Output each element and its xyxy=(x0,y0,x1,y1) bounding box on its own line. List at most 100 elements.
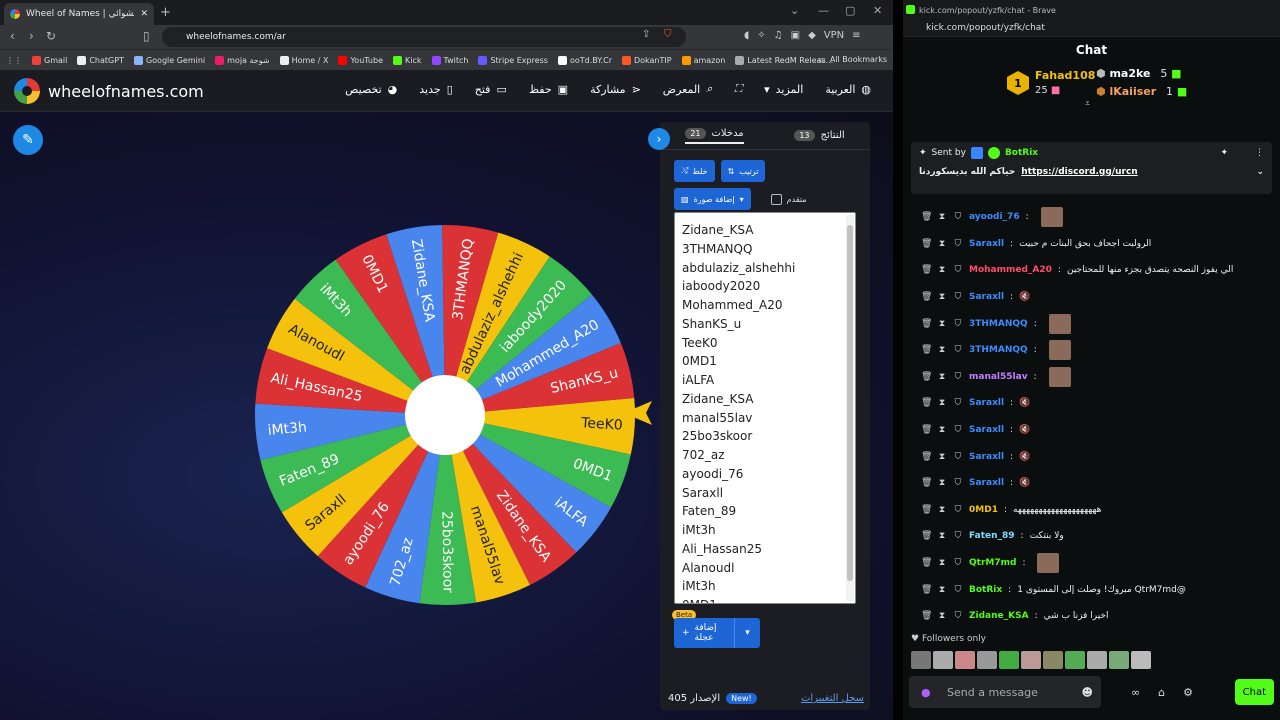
add-image-button[interactable]: ▨ إضافة صورة ▾ xyxy=(674,188,751,210)
bookmark-item[interactable]: DokanTIP xyxy=(621,55,672,65)
sidebar-icon[interactable]: ▣ xyxy=(791,30,800,41)
brave-shield-icon[interactable]: ⛉ xyxy=(664,29,672,40)
chevron-down-icon[interactable]: ⌄ xyxy=(1256,167,1264,177)
bookmark-item[interactable]: Stripe Express xyxy=(478,55,548,65)
mic-icon[interactable]: ● xyxy=(921,686,931,699)
ban-icon[interactable]: ⛉ xyxy=(953,292,963,302)
more-options-icon[interactable]: ⋮ xyxy=(1255,148,1264,158)
timeout-icon[interactable]: ⧗ xyxy=(937,478,947,488)
chat-username[interactable]: Saraxll xyxy=(969,239,1004,249)
delete-icon[interactable]: 🗑 xyxy=(921,212,932,222)
delete-icon[interactable]: 🗑 xyxy=(921,478,932,488)
delete-icon[interactable]: 🗑 xyxy=(921,265,932,275)
menu-new[interactable]: ▯ جديد xyxy=(419,82,452,96)
bookmark-item[interactable]: Google Gemini xyxy=(133,55,205,65)
viewer-avatar[interactable] xyxy=(933,651,953,669)
delete-icon[interactable]: 🗑 xyxy=(921,505,932,515)
delete-icon[interactable]: 🗑 xyxy=(921,319,932,329)
vpn-label[interactable]: VPN xyxy=(824,30,844,41)
bookmark-item[interactable]: YouTube xyxy=(338,55,383,65)
changelog-link[interactable]: سجل التغييرات xyxy=(801,693,864,704)
tab-search-icon[interactable]: ⌄ xyxy=(790,4,799,17)
ban-icon[interactable]: ⛉ xyxy=(953,425,963,435)
menu-gallery[interactable]: ⌕ المعرض xyxy=(663,82,713,96)
timeout-icon[interactable]: ⧗ xyxy=(937,585,947,595)
audio-icon[interactable]: ◖ xyxy=(744,30,749,41)
delete-icon[interactable]: 🗑 xyxy=(921,452,932,462)
bookmark-item[interactable]: Home / X xyxy=(279,55,328,65)
chat-username[interactable]: 3THMANQQ xyxy=(969,319,1028,329)
maximize-icon[interactable]: ▢ xyxy=(845,4,855,17)
extension-icon[interactable]: ✧ xyxy=(757,30,765,41)
chat-username[interactable]: ayoodi_76 xyxy=(969,212,1020,222)
chat-send-button[interactable]: Chat xyxy=(1234,679,1274,705)
chat-username[interactable]: Mohammed_A20 xyxy=(969,265,1052,275)
menu-fullscreen[interactable]: ⛶ xyxy=(734,82,742,96)
browser-tab[interactable]: Wheel of Names | عجلة الاسم العشوائي ✕ xyxy=(4,3,154,25)
bookmark-item[interactable]: Kick xyxy=(393,55,422,65)
delete-icon[interactable]: 🗑 xyxy=(921,558,932,568)
share-icon[interactable]: ⇪ xyxy=(642,29,650,40)
delete-icon[interactable]: 🗑 xyxy=(921,611,932,621)
timeout-icon[interactable]: ⧗ xyxy=(937,292,947,302)
reload-icon[interactable]: ↻ xyxy=(46,29,56,43)
name-wheel[interactable]: TeeK00MD1iALFAZidane_KSAmanal55lav25bo3s… xyxy=(250,220,640,610)
timeout-icon[interactable]: ⧗ xyxy=(937,372,947,382)
pinned-link[interactable]: https://discord.gg/urcn xyxy=(1021,167,1137,177)
ban-icon[interactable]: ⛉ xyxy=(953,478,963,488)
new-tab-icon[interactable]: + xyxy=(160,5,171,20)
timeout-icon[interactable]: ⧗ xyxy=(937,452,947,462)
timeout-icon[interactable]: ⧗ xyxy=(937,265,947,275)
ban-icon[interactable]: ⛉ xyxy=(953,531,963,541)
all-bookmarks[interactable]: ▭ All Bookmarks xyxy=(818,55,887,64)
delete-icon[interactable]: 🗑 xyxy=(921,372,932,382)
viewer-avatar[interactable] xyxy=(1043,651,1063,669)
store-icon[interactable]: ⌂ xyxy=(1158,686,1165,699)
menu-save[interactable]: ▣ حفظ xyxy=(529,82,568,96)
viewer-avatar[interactable] xyxy=(1131,651,1151,669)
ban-icon[interactable]: ⛉ xyxy=(953,239,963,249)
ban-icon[interactable]: ⛉ xyxy=(953,611,963,621)
menu-more[interactable]: المزيد ▾ xyxy=(764,82,803,96)
timeout-icon[interactable]: ⧗ xyxy=(937,558,947,568)
tab-entries[interactable]: 21 مدخلات xyxy=(685,127,744,144)
add-wheel-button[interactable]: + إضافة عجلة xyxy=(674,618,734,648)
viewer-avatar[interactable] xyxy=(1021,651,1041,669)
bookmark-item[interactable]: moja شوجة xyxy=(215,55,270,65)
ban-icon[interactable]: ⛉ xyxy=(953,319,963,329)
checkbox-box[interactable] xyxy=(770,193,782,205)
site-logo[interactable]: wheelofnames.com xyxy=(14,78,204,104)
chat-input[interactable]: ● Send a message ☻ xyxy=(909,676,1101,708)
entries-textarea[interactable]: Zidane_KSA 3THMANQQ abdulaziz_alshehhi iabo… xyxy=(674,212,856,604)
viewer-avatar[interactable] xyxy=(955,651,975,669)
delete-icon[interactable]: 🗑 xyxy=(921,425,932,435)
expand-leaderboard-icon[interactable]: ⩡ xyxy=(1085,99,1090,109)
back-icon[interactable]: ‹ xyxy=(10,29,15,43)
timeout-icon[interactable]: ⧗ xyxy=(937,531,947,541)
forward-icon[interactable]: › xyxy=(29,29,34,43)
bookmark-item[interactable]: Gmail xyxy=(32,55,67,65)
menu-share[interactable]: ⋖ مشاركة xyxy=(590,82,641,96)
entries-scrollbar[interactable] xyxy=(846,215,854,601)
ban-icon[interactable]: ⛉ xyxy=(953,398,963,408)
timeout-icon[interactable]: ⧗ xyxy=(937,398,947,408)
advanced-checkbox[interactable]: متقدم xyxy=(770,193,807,205)
ban-icon[interactable]: ⛉ xyxy=(953,505,963,515)
infinity-icon[interactable]: ∞ xyxy=(1131,686,1140,699)
chat-username[interactable]: BotRix xyxy=(969,585,1002,595)
delete-icon[interactable]: 🗑 xyxy=(921,398,932,408)
emoji-icon[interactable]: ☻ xyxy=(1082,686,1093,699)
media-icon[interactable]: ♫ xyxy=(774,30,783,41)
viewer-avatar[interactable] xyxy=(999,651,1019,669)
timeout-icon[interactable]: ⧗ xyxy=(937,319,947,329)
chat-username[interactable]: Saraxll xyxy=(969,292,1004,302)
tab-results[interactable]: 13 النتائج xyxy=(794,130,845,141)
viewer-avatar[interactable] xyxy=(1065,651,1085,669)
timeout-icon[interactable]: ⧗ xyxy=(937,611,947,621)
ban-icon[interactable]: ⛉ xyxy=(953,558,963,568)
delete-icon[interactable]: 🗑 xyxy=(921,239,932,249)
viewer-avatar[interactable] xyxy=(1087,651,1107,669)
ban-icon[interactable]: ⛉ xyxy=(953,585,963,595)
menu-customize[interactable]: ◕ تخصيص xyxy=(345,82,397,96)
viewer-avatar[interactable] xyxy=(977,651,997,669)
